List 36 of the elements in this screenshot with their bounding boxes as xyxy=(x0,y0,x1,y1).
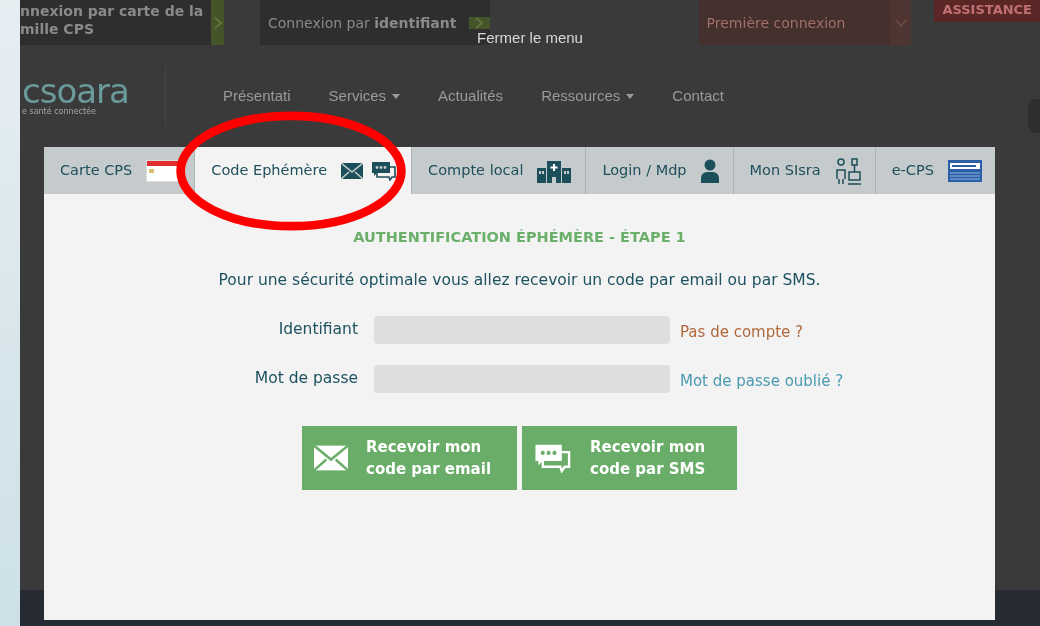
nav-link[interactable]: Services xyxy=(328,84,401,108)
tab[interactable]: Mon SIsra xyxy=(733,147,876,194)
hospital-icon xyxy=(537,158,572,183)
card-icon xyxy=(146,159,181,182)
tab[interactable]: e-CPS xyxy=(875,147,996,194)
tab[interactable]: Carte CPS xyxy=(44,147,196,194)
person-icon xyxy=(700,158,719,183)
field-label: Identifiant xyxy=(277,319,358,341)
send-code-button[interactable]: Recevoir mon code par email xyxy=(302,426,517,490)
logo-text: csoara xyxy=(22,75,130,107)
send-code-button[interactable]: Recevoir mon code par SMS xyxy=(522,426,737,490)
chevron-icon xyxy=(475,16,484,29)
tab[interactable]: Compte local xyxy=(412,147,587,194)
help-link[interactable]: Mot de passe oublié ? xyxy=(680,369,844,393)
help-link[interactable]: Pas de compte ? xyxy=(680,320,804,344)
nav-link[interactable]: Actualités xyxy=(438,84,504,108)
chevron-down-icon xyxy=(894,18,907,27)
chevron-icon xyxy=(213,16,222,29)
chat-icon xyxy=(534,443,572,473)
tab[interactable]: Login / Mdp xyxy=(586,147,734,194)
envelope-icon xyxy=(341,162,364,179)
caret-icon xyxy=(392,93,401,99)
logo-tagline: e santé connectée xyxy=(22,107,97,117)
nav-link[interactable]: Contact xyxy=(672,84,725,108)
step-heading: AUTHENTIFICATION ÉPHÉMÈRE - ÉTAPE 1 xyxy=(352,228,687,247)
envelope-icon xyxy=(314,445,348,471)
intro-text: Pour une sécurité optimale vous allez recevoir un code par email ou par SMS. xyxy=(217,269,822,291)
tab[interactable]: Code Ephémère xyxy=(195,147,413,194)
field-label: Mot de passe xyxy=(253,368,358,390)
e-cps-logo-icon xyxy=(947,159,982,182)
chat-icon xyxy=(371,160,398,181)
caret-icon xyxy=(626,93,635,99)
close-menu-link[interactable]: Fermer le menu xyxy=(477,27,583,50)
person-device-icon xyxy=(834,156,861,185)
nav-link[interactable]: Présentati xyxy=(223,84,291,108)
nav-link[interactable]: Ressources xyxy=(541,84,635,108)
